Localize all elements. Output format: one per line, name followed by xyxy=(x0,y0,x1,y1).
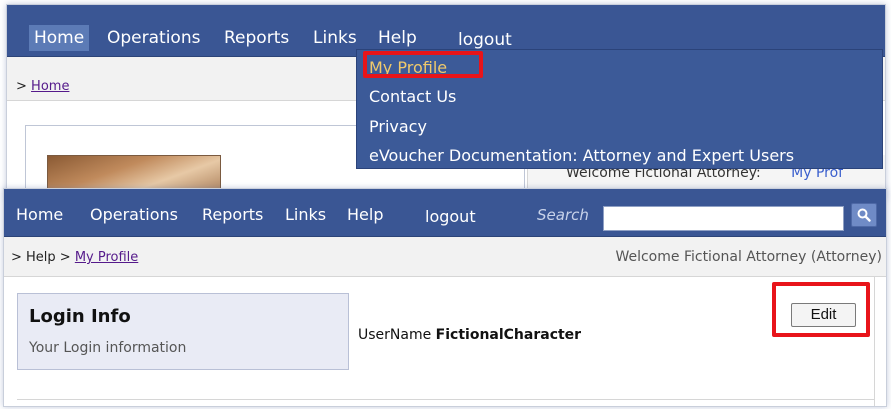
username-row: UserName FictionalCharacter xyxy=(358,327,581,343)
menu-item-privacy[interactable]: Privacy xyxy=(369,117,427,136)
menu-item-contact-us[interactable]: Contact Us xyxy=(369,87,456,106)
main-nav-bar: Home Operations Reports Links Help logou… xyxy=(4,189,886,237)
username-value: FictionalCharacter xyxy=(435,327,582,343)
nav-reports[interactable]: Reports xyxy=(219,25,294,51)
nav-operations[interactable]: Operations xyxy=(102,25,205,51)
highlight-box-edit xyxy=(772,282,870,337)
breadcrumb-prefix: > Help > xyxy=(11,250,71,265)
login-info-title: Login Info xyxy=(29,306,131,327)
search-input[interactable] xyxy=(603,206,844,231)
menu-item-evoucher-docs[interactable]: eVoucher Documentation: Attorney and Exp… xyxy=(369,146,794,165)
breadcrumb-bar: > Help > My Profile Welcome Fictional At… xyxy=(4,237,886,277)
username-label: UserName xyxy=(358,327,432,343)
nav-operations[interactable]: Operations xyxy=(90,205,178,224)
bottom-screenshot: Home Operations Reports Links Help logou… xyxy=(3,188,887,407)
login-info-card: Login Info Your Login information xyxy=(17,293,349,370)
divider xyxy=(874,277,875,406)
nav-help[interactable]: Help xyxy=(347,205,383,224)
nav-links[interactable]: Links xyxy=(308,25,362,51)
divider xyxy=(17,399,875,400)
breadcrumb-my-profile-link[interactable]: My Profile xyxy=(75,250,138,265)
highlight-box-my-profile xyxy=(363,51,483,78)
welcome-text: Welcome Fictional Attorney (Attorney) xyxy=(615,249,882,265)
breadcrumb-prefix: > xyxy=(16,79,27,94)
login-info-subtitle: Your Login information xyxy=(29,340,187,356)
search-button[interactable] xyxy=(851,203,877,227)
search-icon xyxy=(857,208,871,222)
nav-reports[interactable]: Reports xyxy=(202,205,263,224)
nav-logout[interactable]: logout xyxy=(425,207,476,226)
nav-home[interactable]: Home xyxy=(16,205,63,224)
search-label: Search xyxy=(537,206,589,224)
breadcrumb: > Help > My Profile xyxy=(11,250,138,265)
nav-links[interactable]: Links xyxy=(285,205,326,224)
nav-help[interactable]: Help xyxy=(373,25,422,51)
nav-home[interactable]: Home xyxy=(29,25,90,51)
breadcrumb-home-link[interactable]: Home xyxy=(31,79,69,94)
